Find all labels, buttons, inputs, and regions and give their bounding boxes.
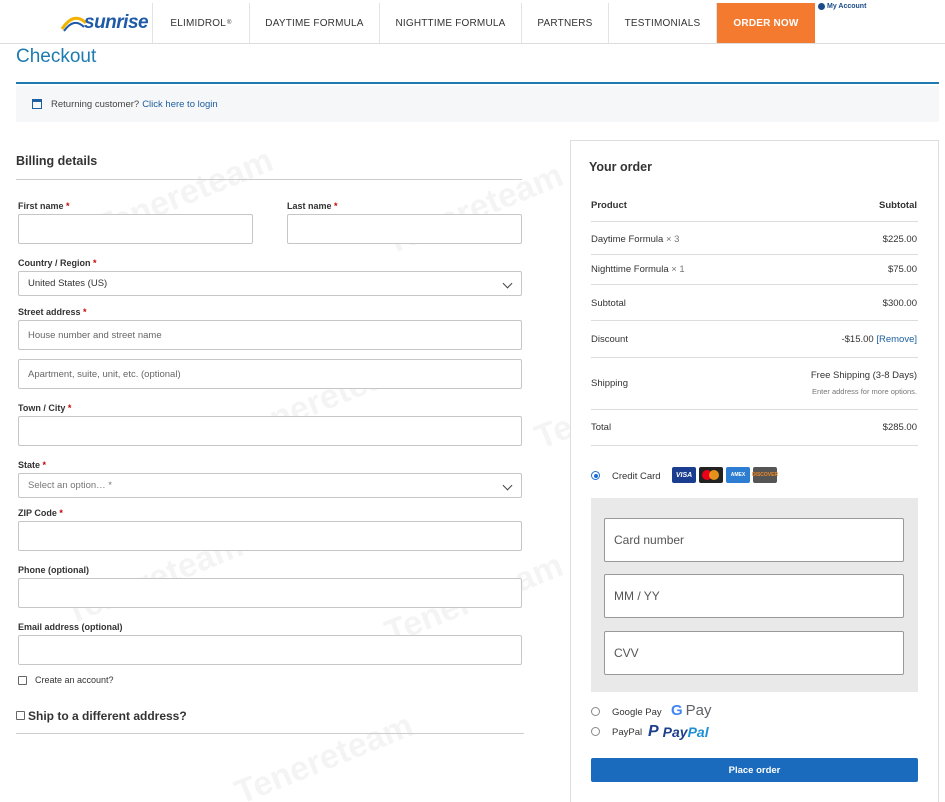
- order-divider: [591, 445, 918, 446]
- ship-different-checkbox[interactable]: [16, 711, 25, 720]
- title-divider: [16, 82, 939, 84]
- chevron-down-icon: [502, 480, 513, 491]
- col-product-header: Product: [591, 200, 627, 211]
- zip-label: ZIP Code *: [18, 508, 63, 518]
- cvv-input[interactable]: CVV: [604, 631, 904, 675]
- discount-label: Discount: [591, 334, 628, 345]
- sunrise-logo[interactable]: sunrise: [60, 12, 150, 34]
- street-address-input[interactable]: House number and street name: [18, 320, 522, 350]
- order-divider: [591, 254, 918, 255]
- credit-card-radio[interactable]: [591, 471, 600, 480]
- order-divider: [591, 320, 918, 321]
- amex-icon: AMEX: [726, 467, 750, 483]
- order-divider: [591, 284, 918, 285]
- remove-discount-link[interactable]: [Remove]: [876, 334, 917, 345]
- page-title: Checkout: [16, 46, 97, 67]
- create-account-checkbox[interactable]: [18, 676, 27, 685]
- total-value: $285.00: [882, 422, 917, 433]
- country-select[interactable]: United States (US): [18, 271, 522, 296]
- email-input[interactable]: [18, 635, 522, 665]
- discover-icon: DISCOVER: [752, 467, 778, 483]
- order-now-button[interactable]: ORDER NOW: [717, 3, 815, 43]
- nav-nighttime-formula[interactable]: NIGHTTIME FORMULA: [380, 3, 522, 43]
- watermark: Tenereteam: [380, 156, 569, 263]
- shipping-label: Shipping: [591, 378, 628, 389]
- first-name-input[interactable]: [18, 214, 253, 244]
- google-pay-radio[interactable]: [591, 707, 600, 716]
- zip-input[interactable]: [18, 521, 522, 551]
- watermark: Tenereteam: [230, 706, 419, 802]
- my-account-link[interactable]: My Account: [818, 3, 866, 10]
- ship-different-label: Ship to a different address?: [28, 709, 187, 723]
- ship-divider: [16, 733, 524, 734]
- mastercard-icon: [699, 467, 723, 483]
- nav-daytime-formula[interactable]: DAYTIME FORMULA: [250, 3, 380, 43]
- order-item-daytime: Daytime Formula × 3: [591, 234, 680, 245]
- google-pay-label: Google Pay: [612, 707, 662, 718]
- paypal-label: PayPal: [612, 727, 643, 738]
- calendar-icon: [32, 99, 42, 109]
- top-nav: sunrise ELIMIDROL ® DAYTIME FORMULA NIGHT…: [0, 0, 945, 44]
- credit-card-label: Credit Card: [612, 471, 661, 482]
- city-input[interactable]: [18, 416, 522, 446]
- order-item-nighttime-price: $75.00: [887, 264, 917, 275]
- state-label: State *: [18, 460, 47, 470]
- billing-heading: Billing details: [16, 154, 98, 168]
- order-item-nighttime: Nighttime Formula × 1: [591, 264, 685, 275]
- last-name-label: Last name *: [287, 201, 338, 211]
- order-item-daytime-price: $225.00: [882, 234, 917, 245]
- state-select[interactable]: Select an option… *: [18, 473, 522, 498]
- country-label: Country / Region *: [18, 258, 97, 268]
- nav-testimonials[interactable]: TESTIMONIALS: [609, 3, 717, 43]
- nav-partners[interactable]: PARTNERS: [522, 3, 609, 43]
- google-pay-logo-icon: G Pay: [671, 702, 712, 719]
- user-icon: [818, 3, 825, 10]
- order-divider: [591, 221, 918, 222]
- order-heading: Your order: [589, 160, 652, 174]
- subtotal-value: $300.00: [882, 298, 917, 309]
- order-divider: [591, 357, 918, 358]
- discount-value: -$15.00 [Remove]: [841, 334, 917, 345]
- create-account-label: Create an account?: [35, 675, 114, 685]
- shipping-value: Free Shipping (3-8 Days): [810, 370, 917, 381]
- col-subtotal-header: Subtotal: [879, 200, 917, 211]
- email-label: Email address (optional): [18, 622, 123, 632]
- last-name-input[interactable]: [287, 214, 522, 244]
- first-name-label: First name *: [18, 201, 70, 211]
- phone-label: Phone (optional): [18, 565, 89, 575]
- login-link[interactable]: Click here to login: [142, 99, 218, 110]
- visa-icon: VISA: [672, 467, 696, 483]
- billing-divider: [16, 179, 522, 180]
- card-number-input[interactable]: Card number: [604, 518, 904, 562]
- shipping-note: Enter address for more options.: [811, 387, 917, 396]
- total-label: Total: [591, 422, 612, 433]
- subtotal-label: Subtotal: [591, 298, 626, 309]
- place-order-button[interactable]: Place order: [591, 758, 918, 782]
- logo-text: sunrise: [84, 12, 149, 33]
- order-divider: [591, 409, 918, 410]
- nav-elimidrol[interactable]: ELIMIDROL ®: [152, 3, 250, 43]
- card-brands: VISA AMEX DISCOVER: [672, 467, 778, 483]
- apartment-input[interactable]: Apartment, suite, unit, etc. (optional): [18, 359, 522, 389]
- paypal-radio[interactable]: [591, 727, 600, 736]
- returning-customer-notice: Returning customer? Click here to login: [16, 86, 939, 122]
- city-label: Town / City *: [18, 403, 72, 413]
- street-label: Street address *: [18, 307, 87, 317]
- expiry-input[interactable]: MM / YY: [604, 574, 904, 618]
- phone-input[interactable]: [18, 578, 522, 608]
- paypal-logo-icon: P Pay Pal: [648, 723, 709, 740]
- chevron-down-icon: [502, 278, 513, 289]
